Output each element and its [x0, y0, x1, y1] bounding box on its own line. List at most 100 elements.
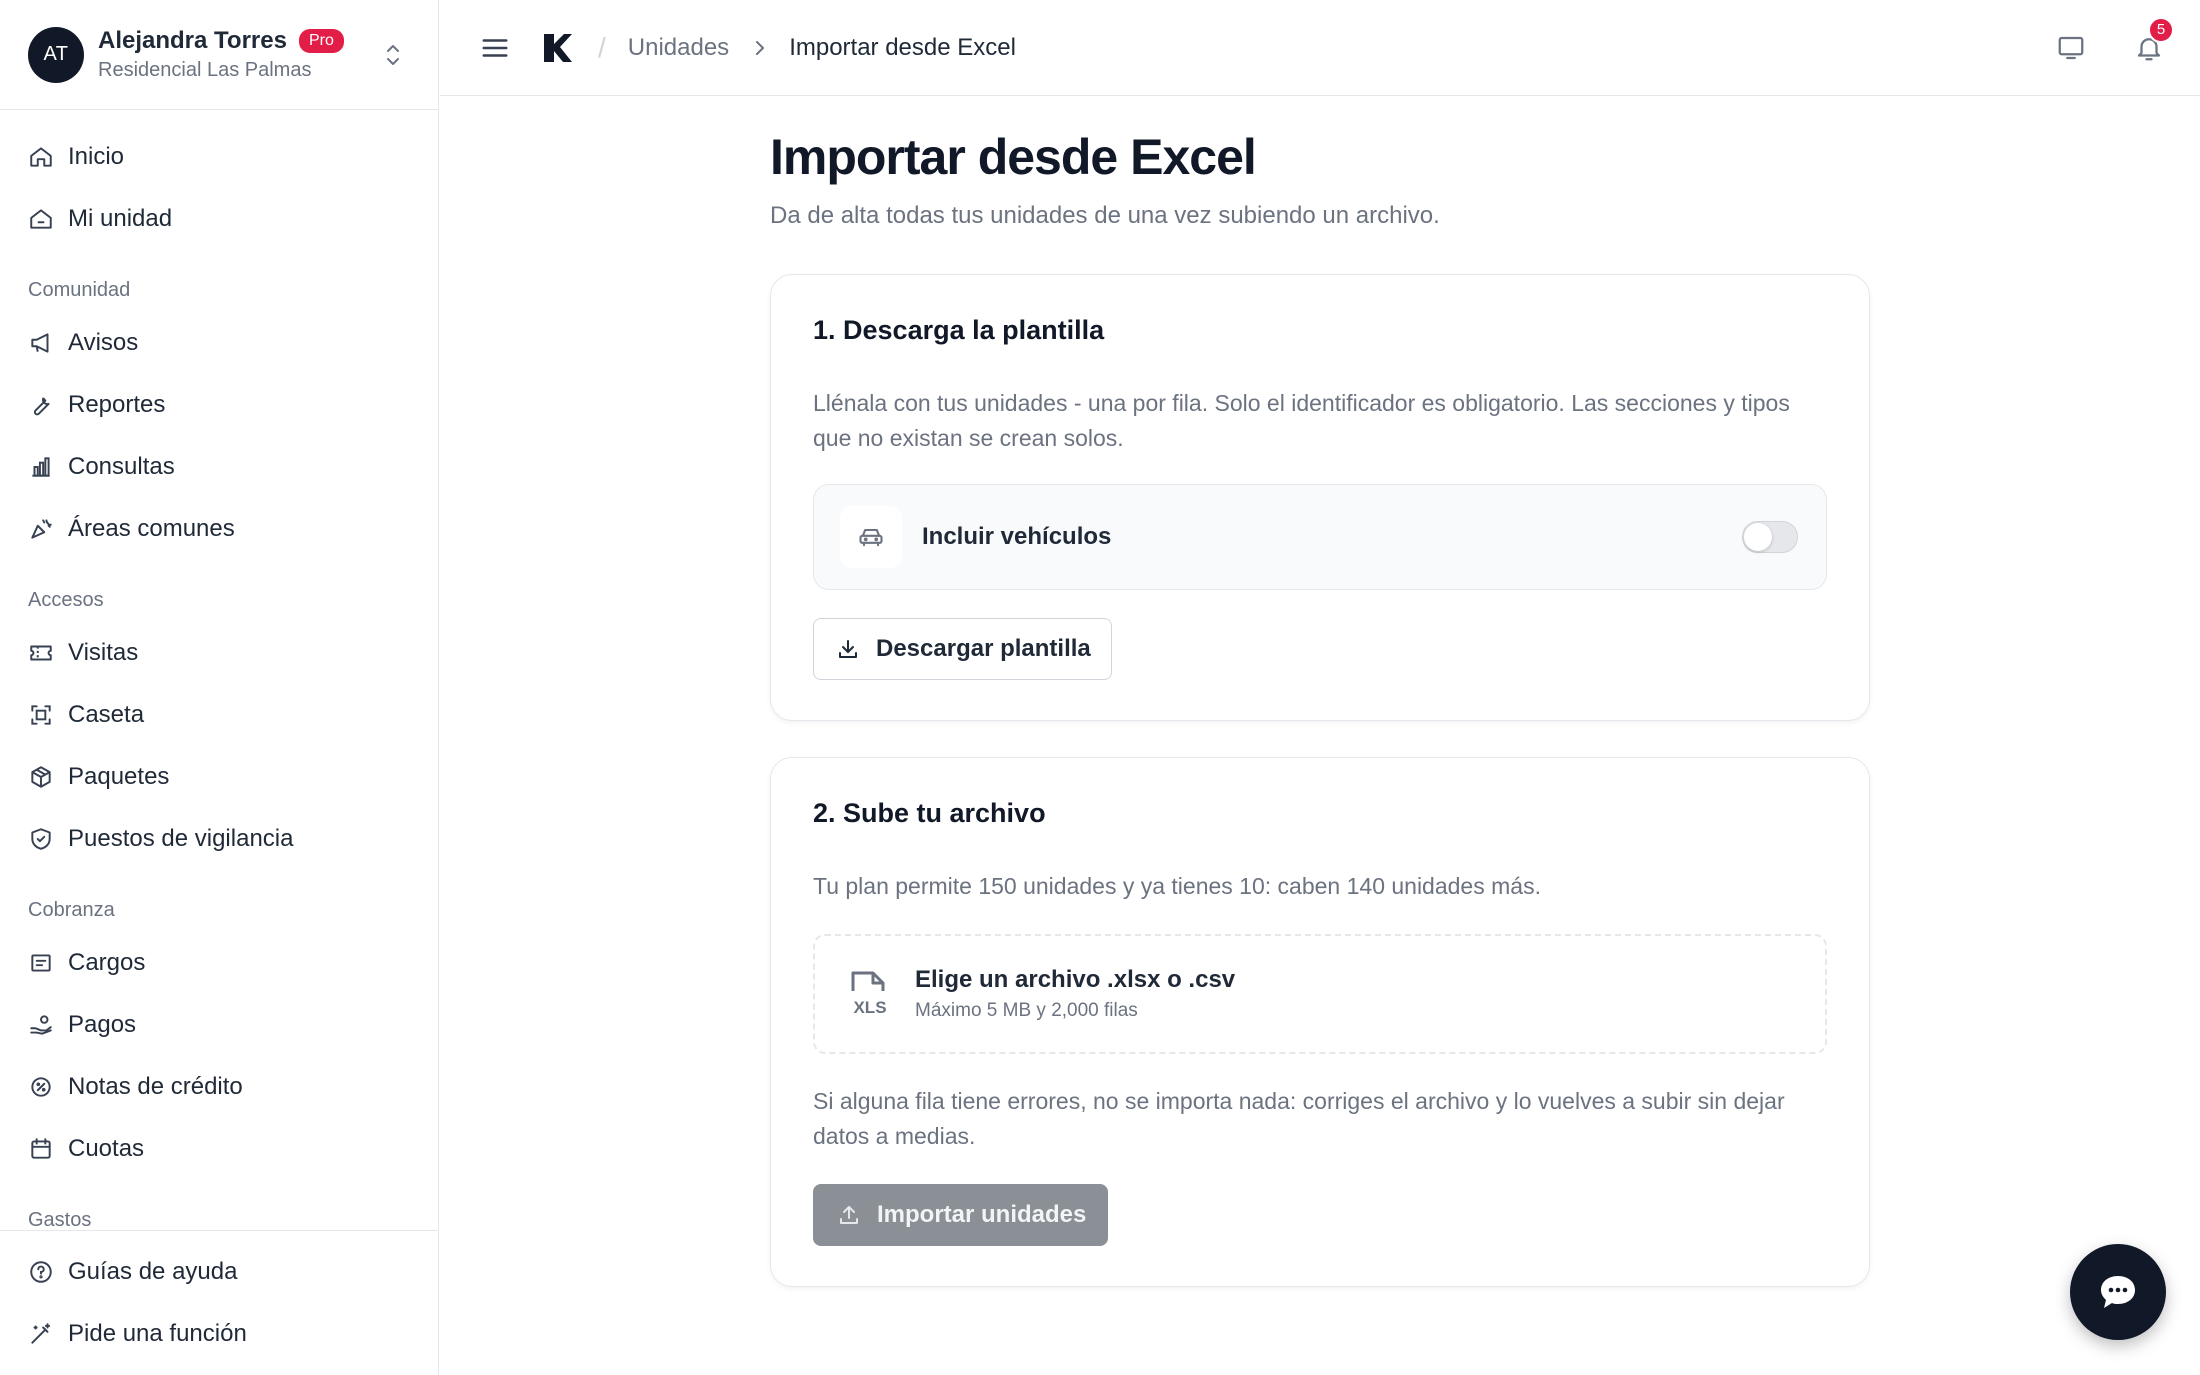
nav-item-mi-unidad[interactable]: Mi unidad [0, 188, 438, 250]
megaphone-icon [31, 333, 49, 353]
chat-bubble-icon [2101, 1276, 2135, 1308]
nav-label: Visitas [68, 639, 139, 666]
nav-item-reportes[interactable]: Reportes [0, 374, 438, 436]
calendar-icon [31, 1138, 51, 1159]
nav-item-consultas[interactable]: Consultas [0, 436, 438, 498]
dropzone-text: Elige un archivo .xlsx o .csv Máximo 5 M… [915, 966, 1235, 1022]
badge-percent-icon [31, 1077, 51, 1097]
dropzone-limits: Máximo 5 MB y 2,000 filas [915, 1000, 1138, 1021]
main-content: Importar desde Excel Da de alta todas tu… [770, 96, 1870, 1287]
house-icon [30, 209, 52, 229]
notification-count-badge: 5 [2148, 16, 2174, 43]
nav-item-areas-comunes[interactable]: Áreas comunes [0, 498, 438, 560]
nav-label: Pide una función [68, 1320, 247, 1347]
svg-text:XLS: XLS [853, 998, 886, 1017]
dropzone-title: Elige un archivo .xlsx o .csv [915, 966, 1236, 993]
help-circle-icon [30, 1261, 52, 1283]
org-name-row: Alejandra Torres Pro [98, 27, 382, 55]
sidebar-footer: Guías de ayuda Pide una función [0, 1230, 438, 1375]
nav-item-cargos[interactable]: Cargos [0, 932, 438, 994]
package-icon [31, 766, 51, 788]
nav-label: Caseta [68, 701, 145, 728]
include-vehicles-toggle[interactable] [1742, 521, 1798, 553]
nav-label: Reportes [68, 391, 166, 418]
nav-item-cuotas[interactable]: Cuotas [0, 1118, 438, 1180]
nav-item-inicio[interactable]: Inicio [0, 126, 438, 188]
breadcrumb-separator: / [598, 31, 606, 63]
home-icon [30, 147, 52, 167]
nav-section-comunidad: Comunidad [28, 279, 131, 301]
nav-item-visitas[interactable]: Visitas [0, 622, 438, 684]
nav-label: Áreas comunes [68, 515, 235, 542]
breadcrumb-unidades[interactable]: Unidades [628, 34, 729, 62]
nav-item-notas-credito[interactable]: Notas de crédito [0, 1056, 438, 1118]
menu-icon[interactable] [480, 33, 510, 63]
download-template-card: 1. Descarga la plantilla Llénala con tus… [770, 274, 1870, 721]
nav-item-paquetes[interactable]: Paquetes [0, 746, 438, 808]
ticket-icon [30, 645, 52, 661]
nav-item-pagos[interactable]: Pagos [0, 994, 438, 1056]
notifications-button[interactable]: 5 [2134, 16, 2174, 63]
nav-label: Paquetes [68, 763, 170, 790]
download-template-button[interactable]: Descargar plantilla [813, 618, 1112, 680]
nav-item-puestos-vigilancia[interactable]: Puestos de vigilancia [0, 808, 438, 870]
community-name: Residencial Las Palmas [98, 59, 312, 81]
nav-label: Inicio [68, 143, 125, 170]
plan-limit-text: Tu plan permite 150 unidades y ya tienes… [813, 873, 1541, 899]
top-bar: / Unidades Importar desde Excel 5 [440, 0, 2200, 96]
car-icon [859, 528, 883, 547]
include-vehicles-row: Incluir vehículos [813, 484, 1827, 590]
party-popper-icon [31, 519, 52, 539]
nav-label: Cuotas [68, 1135, 145, 1162]
nav-section-accesos: Accesos [28, 589, 104, 611]
bar-chart-icon [32, 457, 50, 477]
nav-label: Cargos [68, 949, 146, 976]
chevron-right-icon [756, 40, 765, 55]
shield-check-icon [31, 828, 51, 850]
sidebar: AT Alejandra Torres Pro Residencial Las … [0, 0, 439, 1375]
avatar: AT [28, 26, 84, 83]
xls-file-icon: XLS [851, 971, 887, 1017]
step1-description: Llénala con tus unidades - una por fila.… [813, 390, 1790, 451]
nav-label: Notas de crédito [68, 1073, 243, 1100]
download-icon [839, 640, 857, 658]
topbar-actions: 5 [2056, 16, 2174, 63]
nav-item-avisos[interactable]: Avisos [0, 312, 438, 374]
nav-label: Consultas [68, 453, 175, 480]
scan-icon [31, 705, 51, 725]
nav-item-pide-funcion[interactable]: Pide una función [0, 1303, 438, 1365]
nav-label: Avisos [68, 329, 139, 356]
user-name: Alejandra Torres [98, 27, 287, 54]
nav-label: Puestos de vigilancia [68, 825, 294, 852]
breadcrumb-current: Importar desde Excel [789, 33, 1016, 61]
wrench-icon [34, 397, 50, 416]
import-units-label: Importar unidades [877, 1201, 1087, 1228]
import-warning-text: Si alguna fila tiene errores, no se impo… [813, 1088, 1785, 1149]
page-subtitle: Da de alta todas tus unidades de una vez… [770, 202, 1440, 229]
upload-file-card: 2. Sube tu archivo Tu plan permite 150 u… [770, 757, 1870, 1287]
nav-item-caseta[interactable]: Caseta [0, 684, 438, 746]
step2-title: 2. Sube tu archivo [813, 798, 1046, 828]
org-switcher[interactable]: AT Alejandra Torres Pro Residencial Las … [0, 0, 438, 110]
import-units-button[interactable]: Importar unidades [813, 1184, 1109, 1246]
monitor-icon[interactable] [2056, 33, 2086, 63]
nav-label: Mi unidad [68, 205, 173, 232]
include-vehicles-label: Incluir vehículos [922, 523, 1112, 550]
nav-section-cobranza: Cobranza [28, 899, 115, 921]
toggle-knob [1744, 523, 1772, 551]
main-nav: Inicio Mi unidad Comunidad Avisos Report… [0, 110, 438, 1242]
plan-badge: Pro [298, 29, 344, 53]
car-icon-box [840, 506, 902, 568]
nav-label: Pagos [68, 1011, 137, 1038]
download-template-label: Descargar plantilla [876, 635, 1091, 662]
step1-title: 1. Descarga la plantilla [813, 315, 1105, 345]
page-title: Importar desde Excel [770, 129, 1257, 185]
nav-item-guias-ayuda[interactable]: Guías de ayuda [0, 1241, 438, 1303]
receipt-icon [31, 954, 51, 972]
nav-label: Guías de ayuda [68, 1258, 238, 1285]
upload-icon [840, 1206, 858, 1224]
chat-support-button[interactable] [2070, 1244, 2166, 1340]
file-dropzone[interactable]: XLS Elige un archivo .xlsx o .csv Máximo… [813, 934, 1827, 1054]
hand-coins-icon [30, 1015, 52, 1035]
brand-logo-icon[interactable] [540, 30, 576, 66]
